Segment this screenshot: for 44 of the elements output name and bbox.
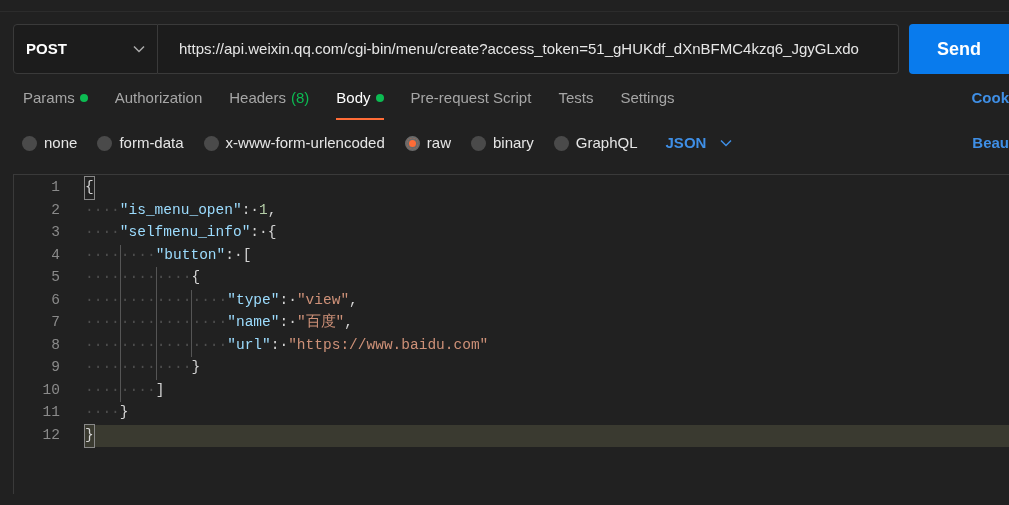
cookies-link[interactable]: Cook bbox=[971, 86, 1009, 110]
code-line: { bbox=[85, 177, 1009, 200]
line-number: 7 bbox=[50, 313, 60, 333]
chevron-down-icon bbox=[133, 45, 145, 53]
line-number: 3 bbox=[50, 223, 60, 243]
request-tab[interactable]: Settings bbox=[620, 74, 675, 122]
request-tab[interactable]: Headers (8) bbox=[229, 74, 310, 122]
code-line: ················"name":·"百度", bbox=[85, 312, 1009, 335]
code-line: ················"type":·"view", bbox=[85, 289, 1009, 312]
code-line: ····"selfmenu_info":·{ bbox=[85, 223, 278, 243]
line-number: 4 bbox=[50, 245, 60, 265]
line-number: 10 bbox=[41, 380, 60, 400]
line-number: 9 bbox=[50, 358, 60, 378]
code-line: ············} bbox=[85, 357, 1009, 380]
request-tab[interactable]: Authorization bbox=[114, 74, 203, 122]
code-line: ················"url":·"https://www.baidu.com" bbox=[85, 334, 1009, 357]
url-field[interactable]: https://api.weixin.qq.com/cgi-bin/menu/create?access_token=51_gHUKdf_dXnBFMC4kzq6_JgyGLxdo bbox=[158, 24, 899, 74]
line-number: 8 bbox=[50, 335, 60, 355]
code-line: ········"button":·[ bbox=[85, 244, 1009, 267]
request-tab[interactable]: Params bbox=[23, 74, 88, 122]
body-type-radio[interactable]: x-www-form-urlencoded bbox=[203, 131, 385, 155]
chevron-down-icon bbox=[720, 139, 733, 147]
body-type-radio[interactable]: none bbox=[22, 131, 78, 155]
code-line: ············{ bbox=[85, 267, 1009, 290]
line-number: 6 bbox=[50, 290, 60, 310]
line-number: 12 bbox=[41, 425, 60, 445]
line-number: 11 bbox=[41, 403, 60, 423]
line-number: 1 bbox=[50, 178, 60, 198]
send-button[interactable]: Send bbox=[909, 24, 1009, 74]
code-line: ····} bbox=[85, 403, 130, 423]
code-line: ········] bbox=[85, 379, 1009, 402]
line-number: 2 bbox=[50, 200, 60, 220]
body-type-radio[interactable]: GraphQL bbox=[553, 131, 638, 155]
beautify-link[interactable]: Beau bbox=[972, 131, 1009, 155]
body-type-radio[interactable]: raw bbox=[404, 131, 451, 155]
format-dropdown[interactable]: JSON bbox=[665, 131, 733, 155]
body-type-radio[interactable]: binary bbox=[470, 131, 534, 155]
request-tab[interactable]: Body bbox=[336, 74, 384, 122]
method-dropdown[interactable]: POST bbox=[13, 24, 158, 74]
request-tab[interactable]: Tests bbox=[558, 74, 594, 122]
line-number: 5 bbox=[50, 268, 60, 288]
request-tab[interactable]: Pre-request Script bbox=[410, 74, 532, 122]
code-line: ····"is_menu_open":·1, bbox=[85, 200, 278, 220]
body-type-radio[interactable]: form-data bbox=[97, 131, 184, 155]
